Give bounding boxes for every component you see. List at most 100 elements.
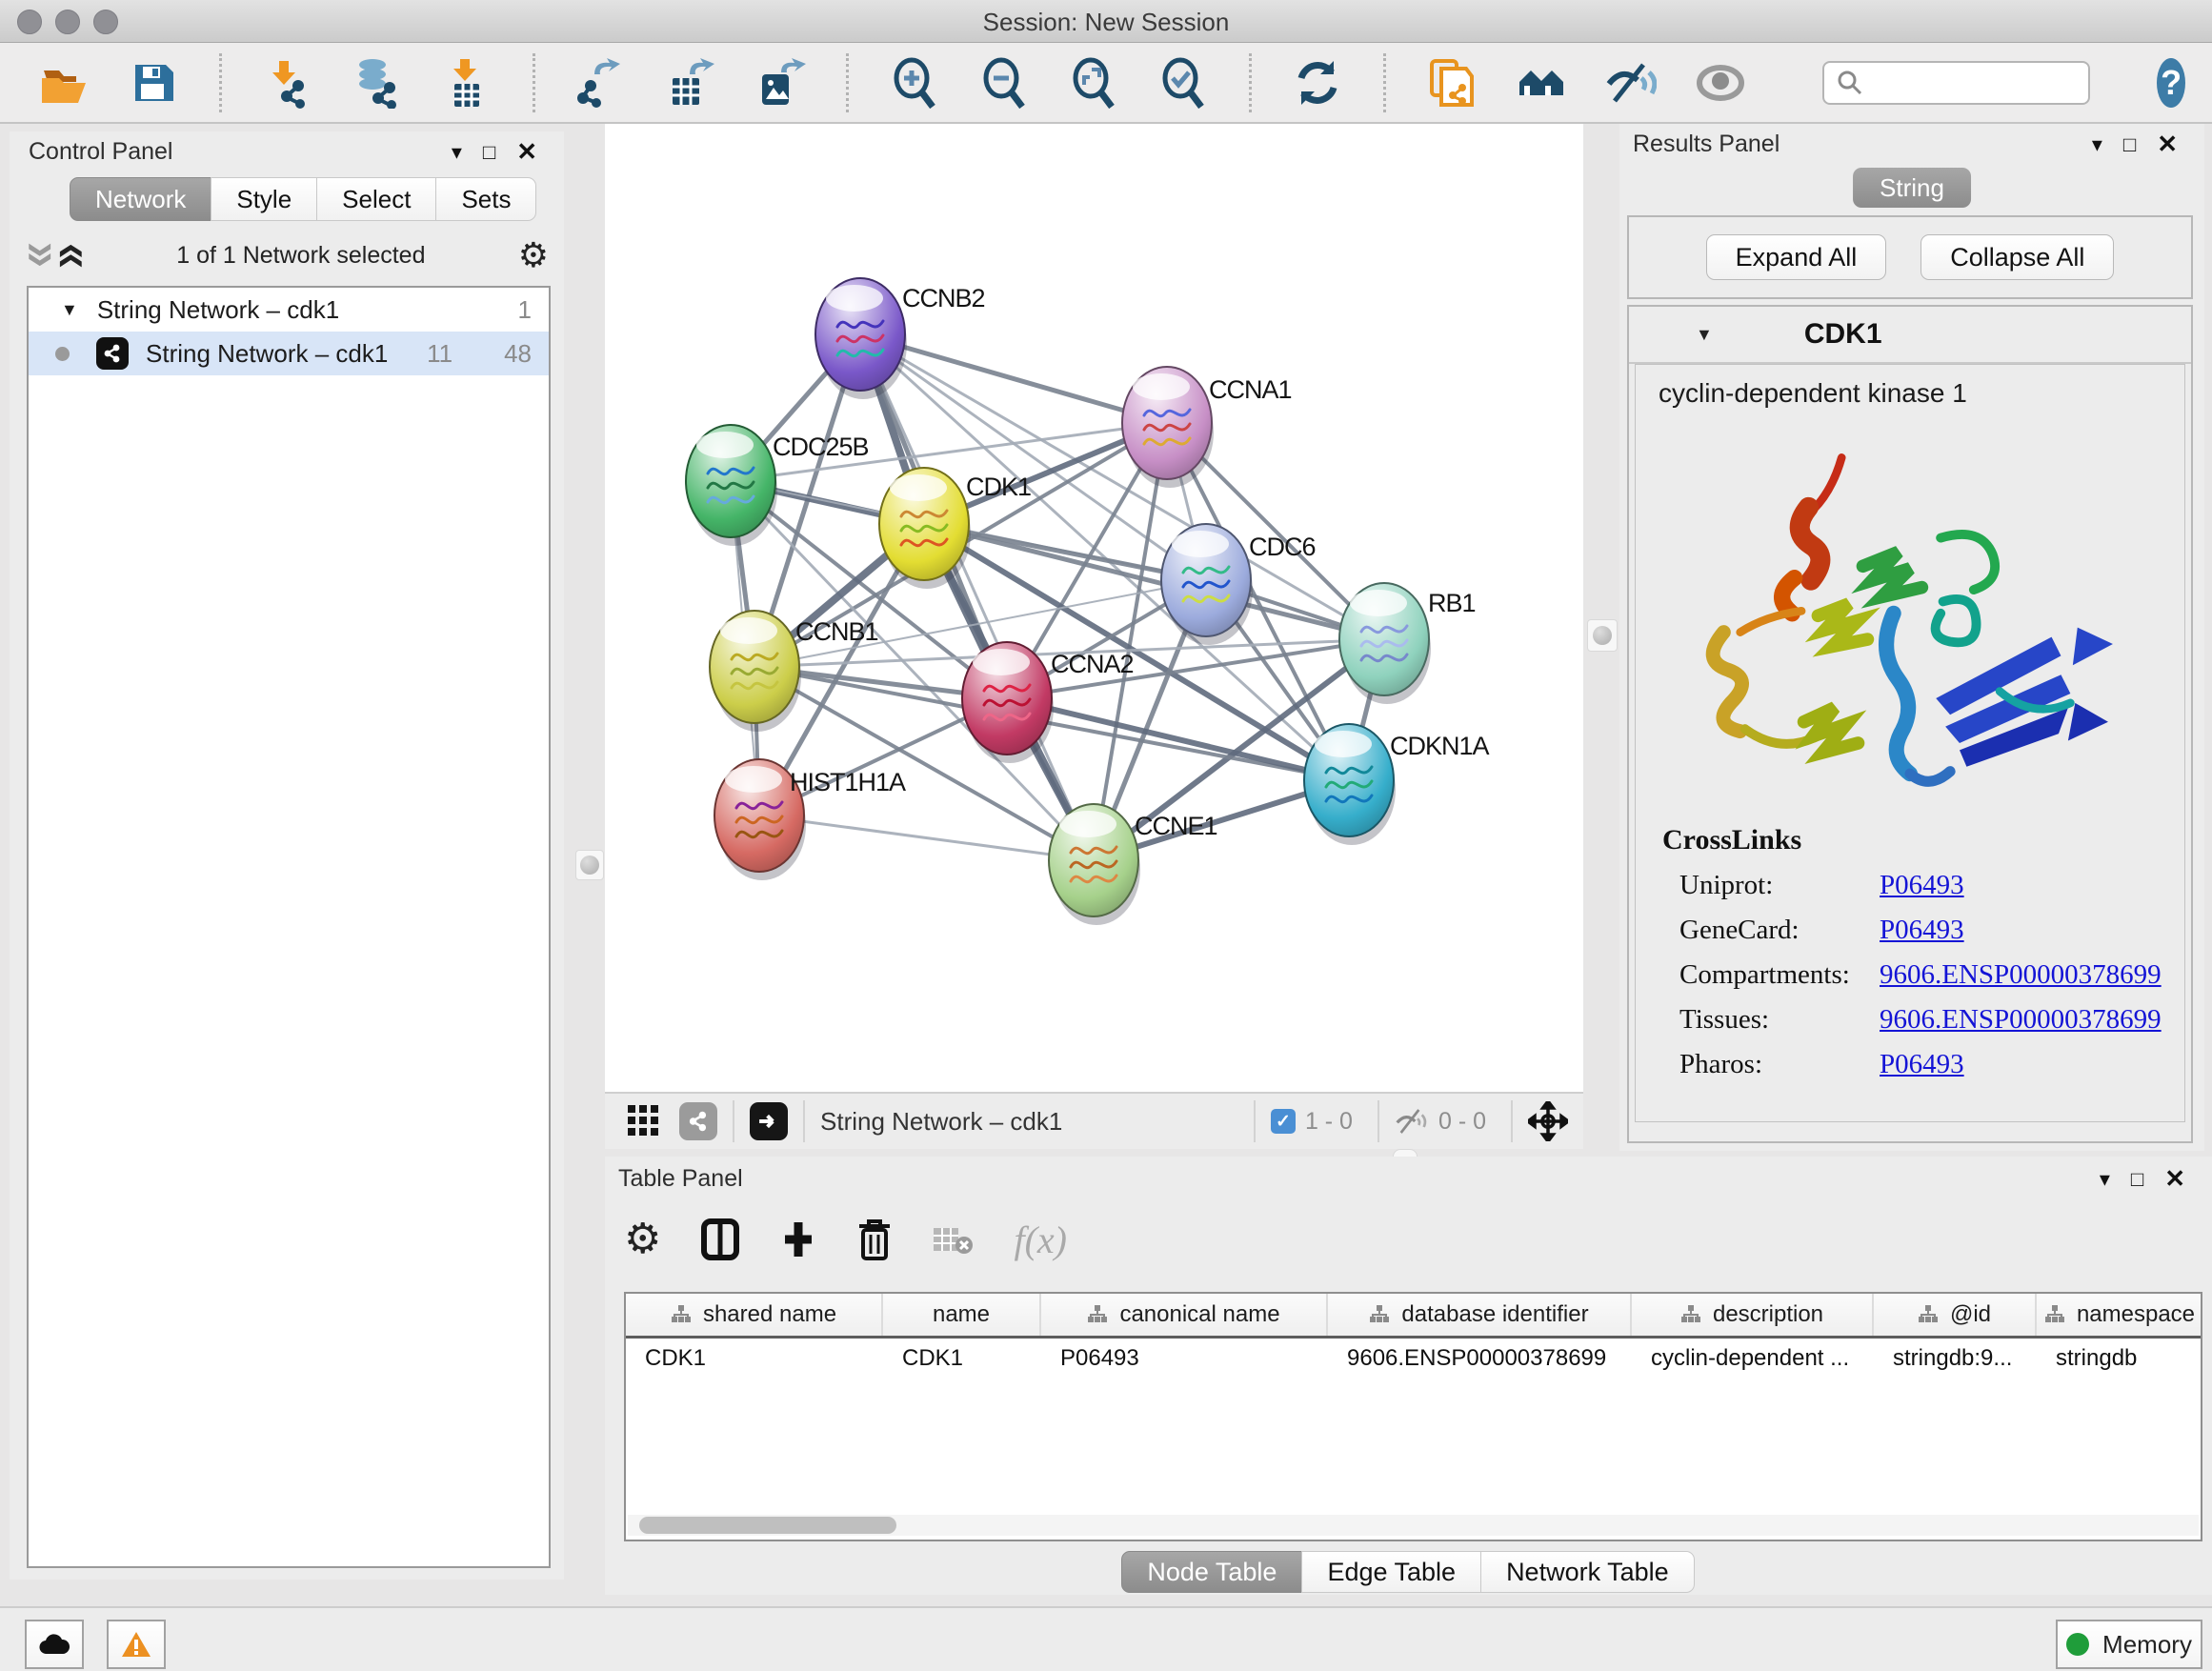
search-input[interactable] [1822,61,2090,105]
node-label: CDC25B [773,433,869,461]
save-session-icon[interactable] [128,57,179,109]
column-header-description[interactable]: description [1632,1294,1874,1336]
memory-button[interactable]: Memory [2056,1620,2202,1669]
network-node-CDK1[interactable]: CDK1 [879,468,1031,589]
collection-disclosure-icon[interactable]: ▼ [61,300,78,320]
gene-disclosure-icon[interactable]: ▼ [1696,325,1713,345]
results-panel-float-icon[interactable]: □ [2123,132,2136,157]
crosslink-link[interactable]: 9606.ENSP00000378699 [1880,1004,2162,1036]
tab-network[interactable]: Network [70,177,211,221]
collapse-all-networks-icon[interactable]: ❯❯ [29,241,53,270]
crosslink-link[interactable]: P06493 [1880,1049,1964,1080]
table-cell[interactable]: cyclin-dependent ... [1632,1339,1874,1379]
table-options-gear-icon[interactable]: ⚙ [624,1218,661,1260]
network-options-gear-icon[interactable]: ⚙ [518,238,549,272]
expand-all-button[interactable]: Expand All [1706,234,1887,280]
results-panel-menu-icon[interactable]: ▾ [2092,132,2102,157]
left-splitter-handle[interactable] [575,850,604,880]
cloud-status-button[interactable] [25,1620,84,1669]
tab-sets[interactable]: Sets [435,177,536,221]
tab-node-table[interactable]: Node Table [1121,1551,1302,1593]
show-hide-graphics-icon[interactable] [1605,57,1657,109]
network-node-CCNA1[interactable]: CCNA1 [1122,367,1292,488]
grid-view-icon[interactable] [622,1096,666,1147]
table-cell[interactable]: CDK1 [626,1339,883,1379]
gene-detail-inner: cyclin-dependent kinase 1 [1635,364,2185,1122]
network-row[interactable]: String Network – cdk1 11 48 [29,332,549,375]
network-node-CCNA2[interactable]: CCNA2 [962,642,1134,763]
delete-column-icon[interactable] [857,1218,892,1260]
network-node-CCNB2[interactable]: CCNB2 [815,278,985,399]
bird-eye-view-icon[interactable] [1695,57,1746,109]
network-badge-icon[interactable] [679,1102,717,1140]
zoom-selected-icon[interactable] [1157,57,1209,109]
control-panel-float-icon[interactable]: □ [483,140,495,165]
tab-edge-table[interactable]: Edge Table [1301,1551,1481,1593]
help-button[interactable]: ? [2157,58,2185,108]
tab-select[interactable]: Select [316,177,436,221]
crosslink-link[interactable]: P06493 [1880,915,1964,946]
import-network-database-icon[interactable] [352,57,403,109]
control-panel-close-icon[interactable]: ✕ [516,137,537,167]
column-header-canonical-name[interactable]: canonical name [1041,1294,1328,1336]
table-panel-float-icon[interactable]: □ [2131,1167,2143,1192]
table-cell[interactable]: stringdb [2037,1339,2202,1379]
network-collection-row[interactable]: ▼ String Network – cdk1 1 [29,288,549,332]
copy-style-icon[interactable] [1426,57,1478,109]
table-row[interactable]: CDK1CDK1P064939606.ENSP00000378699cyclin… [626,1339,2201,1379]
import-table-file-icon[interactable] [441,57,493,109]
pan-navigate-icon[interactable] [1528,1101,1568,1141]
network-node-CDKN1A[interactable]: CDKN1A [1304,724,1490,845]
column-header-shared-name[interactable]: shared name [626,1294,883,1336]
right-splitter-handle[interactable] [1587,619,1618,652]
crosslink-row: Uniprot:P06493 [1679,870,2184,901]
expand-all-networks-icon[interactable]: ❯❯ [57,241,82,270]
create-column-icon[interactable] [779,1220,817,1258]
zoom-in-icon[interactable] [889,57,940,109]
tab-network-table[interactable]: Network Table [1480,1551,1695,1593]
network-node-HIST1H1A[interactable]: HIST1H1A [714,759,906,880]
network-node-RB1[interactable]: RB1 [1339,583,1476,704]
warnings-button[interactable] [107,1620,166,1669]
control-panel-menu-icon[interactable]: ▾ [452,140,462,165]
column-header-name[interactable]: name [883,1294,1041,1336]
network-edge-HIST1H1A-CCNE1[interactable] [759,815,1094,860]
table-cell[interactable]: stringdb:9... [1874,1339,2037,1379]
table-horizontal-scrollbar [628,1515,2199,1536]
network-node-CCNE1[interactable]: CCNE1 [1049,804,1217,925]
crosslink-link[interactable]: P06493 [1880,870,1964,901]
table-cell[interactable]: P06493 [1041,1339,1328,1379]
results-panel-title: Results Panel [1633,131,1780,158]
function-builder-icon[interactable]: f(x) [1014,1218,1067,1262]
column-header-database-identifier[interactable]: database identifier [1328,1294,1632,1336]
export-image-icon[interactable] [754,57,806,109]
results-panel-close-icon[interactable]: ✕ [2157,130,2178,159]
selected-items-checkbox[interactable]: ✓ [1271,1109,1296,1134]
toolbar-separator [733,1100,734,1142]
tab-string[interactable]: String [1853,168,1971,208]
gene-header-row[interactable]: ▼ CDK1 [1629,307,2191,364]
table-panel-close-icon[interactable]: ✕ [2164,1164,2185,1194]
tab-style[interactable]: Style [211,177,317,221]
import-network-file-icon[interactable] [262,57,313,109]
table-cell[interactable]: 9606.ENSP00000378699 [1328,1339,1632,1379]
column-header-namespace[interactable]: namespace [2037,1294,2202,1336]
export-table-icon[interactable] [665,57,716,109]
export-network-icon[interactable] [575,57,627,109]
show-columns-icon[interactable] [701,1218,739,1260]
hidden-items-eye-icon[interactable] [1395,1107,1429,1136]
column-header--id[interactable]: @id [1874,1294,2037,1336]
open-session-icon[interactable] [38,57,90,109]
open-in-window-icon[interactable] [750,1102,788,1140]
table-cell[interactable]: CDK1 [883,1339,1041,1379]
zoom-fit-icon[interactable] [1068,57,1119,109]
table-panel-menu-icon[interactable]: ▾ [2100,1167,2110,1192]
zoom-out-icon[interactable] [978,57,1030,109]
crosslink-link[interactable]: 9606.ENSP00000378699 [1880,959,2162,991]
change-styles-icon[interactable] [1516,57,1567,109]
refresh-icon[interactable] [1292,57,1343,109]
collapse-all-button[interactable]: Collapse All [1920,234,2114,280]
delete-table-icon[interactable] [932,1222,974,1257]
scrollbar-thumb[interactable] [639,1517,896,1534]
network-canvas[interactable]: CCNB2CCNA1CDC25BCDK1CDC6RB1CCNB1CCNA2CDK… [605,124,1583,1092]
